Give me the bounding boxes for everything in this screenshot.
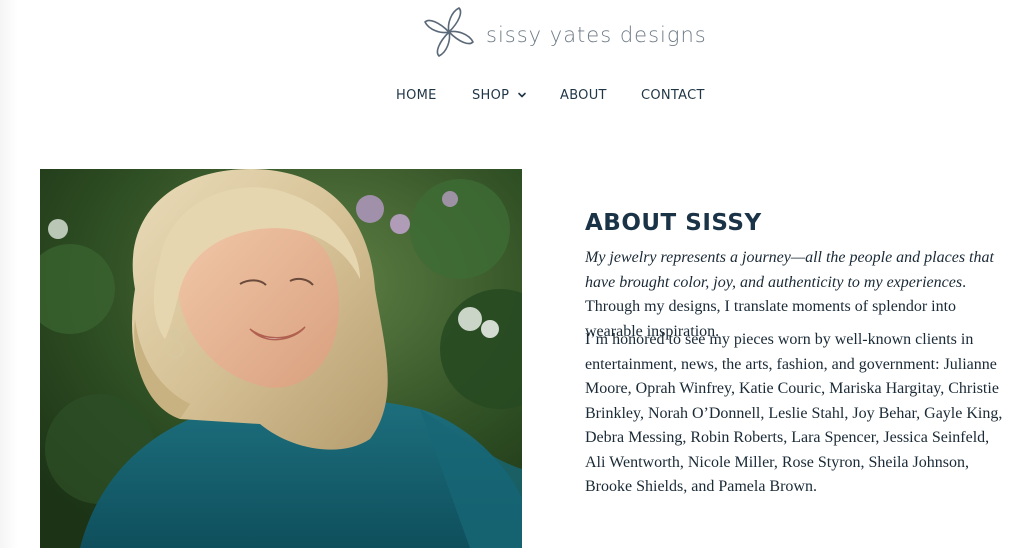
- nav-shop-label: SHOP: [472, 88, 510, 103]
- page-edge-shadow: [0, 0, 18, 548]
- portrait-photo: [40, 169, 522, 548]
- about-clients-paragraph: I’m honored to see my pieces worn by wel…: [585, 331, 1003, 495]
- nav-contact[interactable]: CONTACT: [641, 88, 705, 103]
- nav-shop[interactable]: SHOP: [472, 88, 527, 103]
- nav-home[interactable]: HOME: [396, 88, 437, 103]
- main-navigation: HOME SHOP ABOUT CONTACT: [0, 88, 1024, 108]
- chevron-down-icon: [518, 92, 527, 97]
- pinwheel-flower-icon: [424, 7, 474, 57]
- about-intro-italic: My jewelry represents a journey—all the …: [585, 249, 994, 291]
- brand-name: sissy yates designs: [486, 23, 707, 47]
- site-logo[interactable]: sissy yates designs: [420, 2, 707, 62]
- nav-about[interactable]: ABOUT: [560, 88, 607, 103]
- about-heading: ABOUT SISSY: [585, 210, 762, 236]
